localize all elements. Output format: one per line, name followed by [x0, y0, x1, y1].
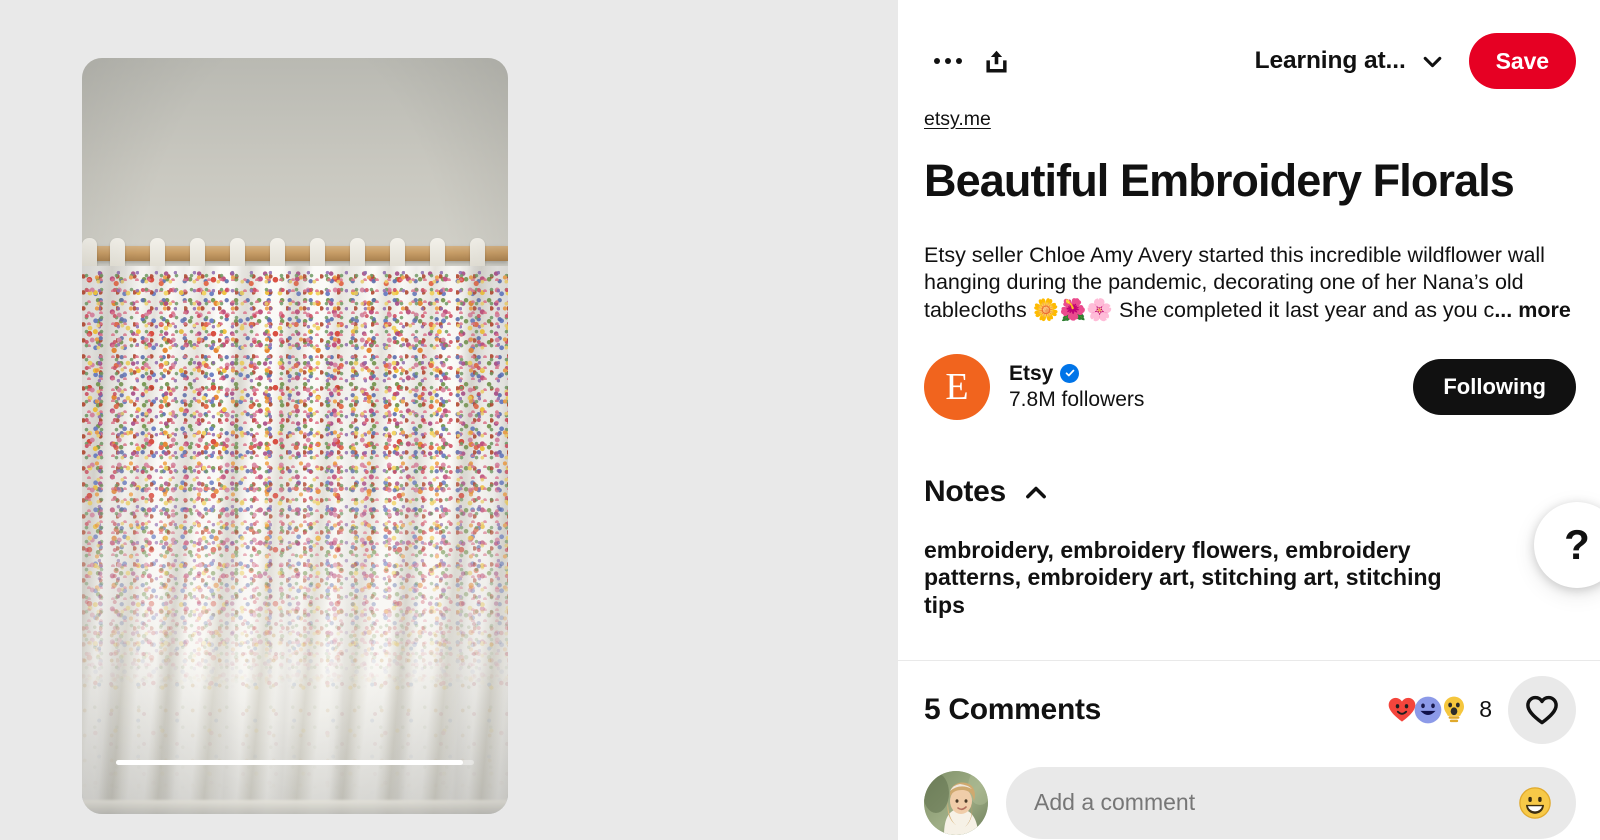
- media-panel: [0, 0, 898, 840]
- embroidery-wall-hanging-image: [82, 58, 508, 814]
- pin-action-bar: Learning at... Save: [924, 0, 1576, 110]
- comments-header: 5 Comments 8: [924, 661, 1576, 759]
- board-selector[interactable]: Learning at...: [1245, 41, 1451, 81]
- comments-count-label: 5 Comments: [924, 692, 1102, 726]
- more-options-button[interactable]: [924, 37, 972, 85]
- follower-count: 7.8M followers: [1009, 388, 1145, 412]
- grinning-face-icon: [1519, 786, 1551, 819]
- lightbulb-emoji: [1444, 696, 1465, 722]
- source-domain-link[interactable]: etsy.me: [924, 108, 991, 131]
- creator-meta: Etsy 7.8M followers: [1009, 361, 1144, 413]
- embroidered-flowers-sparse-layer: [82, 618, 508, 798]
- creator-name-line: Etsy: [1009, 361, 1144, 387]
- pin-detail-panel: Learning at... Save etsy.me Beautiful Em…: [898, 0, 1600, 840]
- user-avatar[interactable]: [924, 770, 988, 835]
- cloth-hem: [82, 800, 508, 814]
- help-button[interactable]: ?: [1534, 502, 1600, 588]
- pin-description-text: Etsy seller Chloe Amy Avery started this…: [924, 242, 1545, 323]
- notes-section-header[interactable]: Notes: [924, 475, 1050, 509]
- pin-detail-page: Learning at... Save etsy.me Beautiful Em…: [0, 0, 1600, 840]
- ellipsis-icon: [933, 57, 963, 65]
- creator-row: E Etsy 7.8M followers Following: [924, 351, 1576, 423]
- verified-badge-icon: [1060, 363, 1080, 383]
- comment-input-wrapper[interactable]: [1006, 766, 1576, 839]
- like-button[interactable]: [1508, 675, 1576, 744]
- pin-description: Etsy seller Chloe Amy Avery started this…: [924, 242, 1576, 325]
- emoji-picker-button[interactable]: [1516, 784, 1554, 822]
- video-progress-bar[interactable]: [116, 760, 474, 765]
- comment-input[interactable]: [1034, 789, 1516, 817]
- chevron-down-icon: [1423, 56, 1441, 67]
- share-icon: [985, 50, 1007, 72]
- board-name-label: Learning at...: [1254, 47, 1406, 74]
- share-button[interactable]: [972, 37, 1020, 85]
- pin-title: Beautiful Embroidery Florals: [924, 155, 1515, 206]
- creator-name[interactable]: Etsy: [1009, 361, 1053, 387]
- reaction-count: 8: [1479, 696, 1492, 723]
- notes-title: Notes: [924, 474, 1006, 508]
- chevron-up-icon: [1025, 486, 1046, 499]
- notes-text: embroidery, embroidery flowers, embroide…: [924, 536, 1442, 618]
- pin-media[interactable]: [82, 58, 508, 814]
- creator-avatar[interactable]: E: [924, 353, 990, 420]
- comment-composer: [924, 766, 1576, 839]
- save-button[interactable]: Save: [1468, 33, 1576, 89]
- user-avatar-photo: [924, 770, 988, 835]
- heart-outline-icon: [1526, 695, 1558, 724]
- follow-button[interactable]: Following: [1413, 358, 1576, 415]
- video-progress-fill: [116, 760, 464, 765]
- reaction-summary[interactable]: 8: [1387, 695, 1508, 725]
- show-more-link[interactable]: ... more: [1494, 298, 1570, 322]
